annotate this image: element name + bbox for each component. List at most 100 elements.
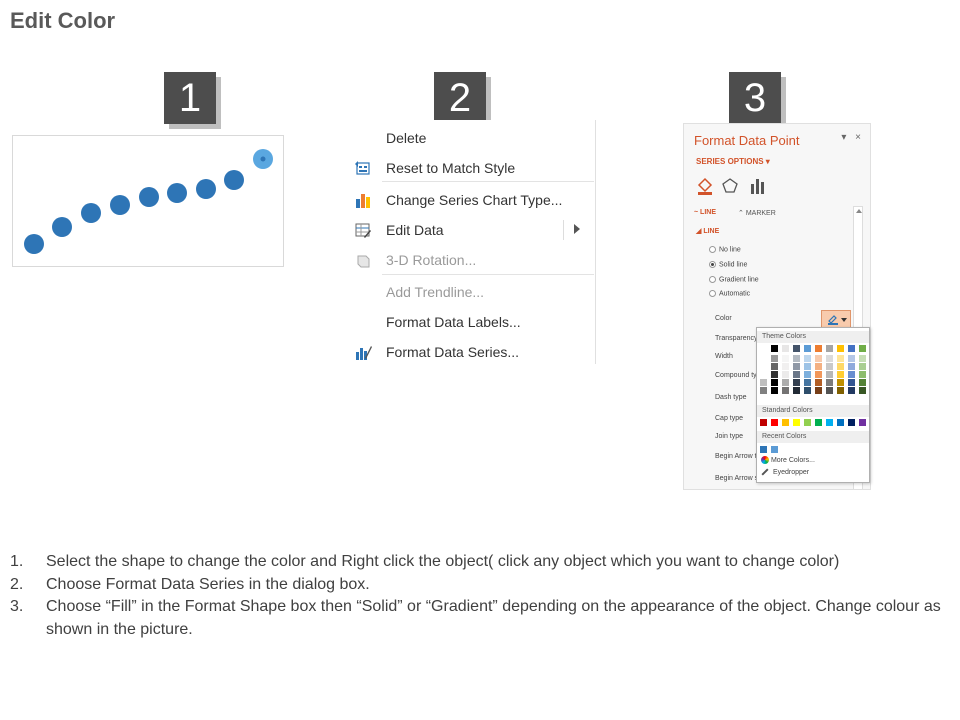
color-swatch[interactable] xyxy=(771,345,778,352)
color-swatch[interactable] xyxy=(782,387,789,394)
series-options-icon[interactable] xyxy=(751,179,764,194)
color-swatch[interactable] xyxy=(793,363,800,370)
color-swatch[interactable] xyxy=(826,363,833,370)
color-swatch[interactable] xyxy=(859,345,866,352)
color-swatch[interactable] xyxy=(771,355,778,362)
color-swatch[interactable] xyxy=(815,379,822,386)
menu-item-change-chart-type[interactable]: Change Series Chart Type... xyxy=(348,186,594,214)
menu-item-delete[interactable]: Delete xyxy=(348,124,594,152)
color-swatch[interactable] xyxy=(793,379,800,386)
color-swatch[interactable] xyxy=(804,371,811,378)
color-swatch[interactable] xyxy=(793,387,800,394)
color-swatch[interactable] xyxy=(760,363,767,370)
color-swatch[interactable] xyxy=(771,363,778,370)
color-swatch[interactable] xyxy=(760,345,767,352)
chart-marker[interactable] xyxy=(167,183,187,203)
color-swatch[interactable] xyxy=(815,371,822,378)
color-swatch[interactable] xyxy=(782,379,789,386)
color-swatch[interactable] xyxy=(782,355,789,362)
color-swatch[interactable] xyxy=(760,371,767,378)
color-swatch[interactable] xyxy=(837,355,844,362)
radio-no-line[interactable]: No line xyxy=(709,246,741,253)
color-swatch[interactable] xyxy=(782,345,789,352)
color-swatch[interactable] xyxy=(815,419,822,426)
chart-marker[interactable] xyxy=(224,170,244,190)
color-swatch[interactable] xyxy=(826,387,833,394)
line-chart-preview[interactable] xyxy=(12,135,284,267)
color-swatch[interactable] xyxy=(848,355,855,362)
color-swatch[interactable] xyxy=(848,419,855,426)
color-swatch[interactable] xyxy=(815,345,822,352)
color-swatch[interactable] xyxy=(859,387,866,394)
color-swatch[interactable] xyxy=(859,371,866,378)
radio-automatic[interactable]: Automatic xyxy=(709,290,750,297)
color-swatch[interactable] xyxy=(760,419,767,426)
menu-item-format-data-series[interactable]: Format Data Series... xyxy=(348,338,594,366)
color-swatch[interactable] xyxy=(760,446,767,453)
color-swatch[interactable] xyxy=(771,419,778,426)
color-swatch[interactable] xyxy=(793,371,800,378)
color-swatch[interactable] xyxy=(782,363,789,370)
chart-marker[interactable] xyxy=(196,179,216,199)
color-swatch[interactable] xyxy=(804,419,811,426)
color-swatch[interactable] xyxy=(804,363,811,370)
color-swatch[interactable] xyxy=(804,379,811,386)
menu-item-edit-data[interactable]: Edit Data xyxy=(348,216,594,244)
series-options-dropdown[interactable]: SERIES OPTIONS ▾ xyxy=(696,157,770,166)
color-swatch[interactable] xyxy=(848,379,855,386)
color-swatch[interactable] xyxy=(815,355,822,362)
menu-item-reset-style[interactable]: Reset to Match Style xyxy=(348,154,594,182)
color-swatch[interactable] xyxy=(815,363,822,370)
color-swatch[interactable] xyxy=(859,355,866,362)
color-swatch[interactable] xyxy=(771,379,778,386)
color-swatch[interactable] xyxy=(848,387,855,394)
color-swatch[interactable] xyxy=(804,355,811,362)
menu-item-format-data-labels[interactable]: Format Data Labels... xyxy=(348,308,594,336)
radio-gradient-line[interactable]: Gradient line xyxy=(709,276,759,283)
chart-marker[interactable] xyxy=(81,203,101,223)
color-swatch[interactable] xyxy=(760,355,767,362)
line-section-header[interactable]: ◢ LINE xyxy=(696,227,719,235)
scroll-up-icon[interactable] xyxy=(856,209,862,213)
pane-close-icon[interactable]: ▾ × xyxy=(841,132,864,143)
color-swatch[interactable] xyxy=(826,379,833,386)
color-swatch[interactable] xyxy=(826,355,833,362)
color-swatch[interactable] xyxy=(859,419,866,426)
color-swatch[interactable] xyxy=(837,363,844,370)
color-swatch[interactable] xyxy=(837,371,844,378)
color-swatch[interactable] xyxy=(837,419,844,426)
color-swatch[interactable] xyxy=(826,345,833,352)
color-swatch[interactable] xyxy=(826,371,833,378)
color-swatch[interactable] xyxy=(804,345,811,352)
color-swatch[interactable] xyxy=(771,446,778,453)
color-swatch[interactable] xyxy=(848,371,855,378)
color-swatch[interactable] xyxy=(848,363,855,370)
color-swatch[interactable] xyxy=(760,379,767,386)
color-swatch[interactable] xyxy=(760,387,767,394)
color-swatch[interactable] xyxy=(771,387,778,394)
color-swatch[interactable] xyxy=(793,419,800,426)
color-swatch[interactable] xyxy=(793,345,800,352)
color-swatch[interactable] xyxy=(771,371,778,378)
color-swatch[interactable] xyxy=(793,355,800,362)
color-swatch[interactable] xyxy=(782,371,789,378)
color-swatch[interactable] xyxy=(837,379,844,386)
fill-line-icon[interactable] xyxy=(697,177,713,195)
chart-marker[interactable] xyxy=(24,234,44,254)
tab-line[interactable]: ~ LINE xyxy=(694,209,716,216)
tab-marker[interactable]: ⌃ MARKER xyxy=(738,209,776,217)
more-colors-link[interactable]: More Colors... xyxy=(761,456,815,464)
radio-solid-line[interactable]: Solid line xyxy=(709,261,747,268)
color-swatch[interactable] xyxy=(859,363,866,370)
effects-icon[interactable] xyxy=(722,178,738,193)
color-swatch[interactable] xyxy=(859,379,866,386)
color-swatch[interactable] xyxy=(837,345,844,352)
color-swatch[interactable] xyxy=(804,387,811,394)
eyedropper-link[interactable]: Eyedropper xyxy=(761,468,809,476)
color-swatch[interactable] xyxy=(782,419,789,426)
color-picker-button[interactable] xyxy=(821,310,851,328)
chart-marker[interactable] xyxy=(52,217,72,237)
chart-marker[interactable] xyxy=(139,187,159,207)
color-swatch[interactable] xyxy=(815,387,822,394)
color-swatch[interactable] xyxy=(837,387,844,394)
